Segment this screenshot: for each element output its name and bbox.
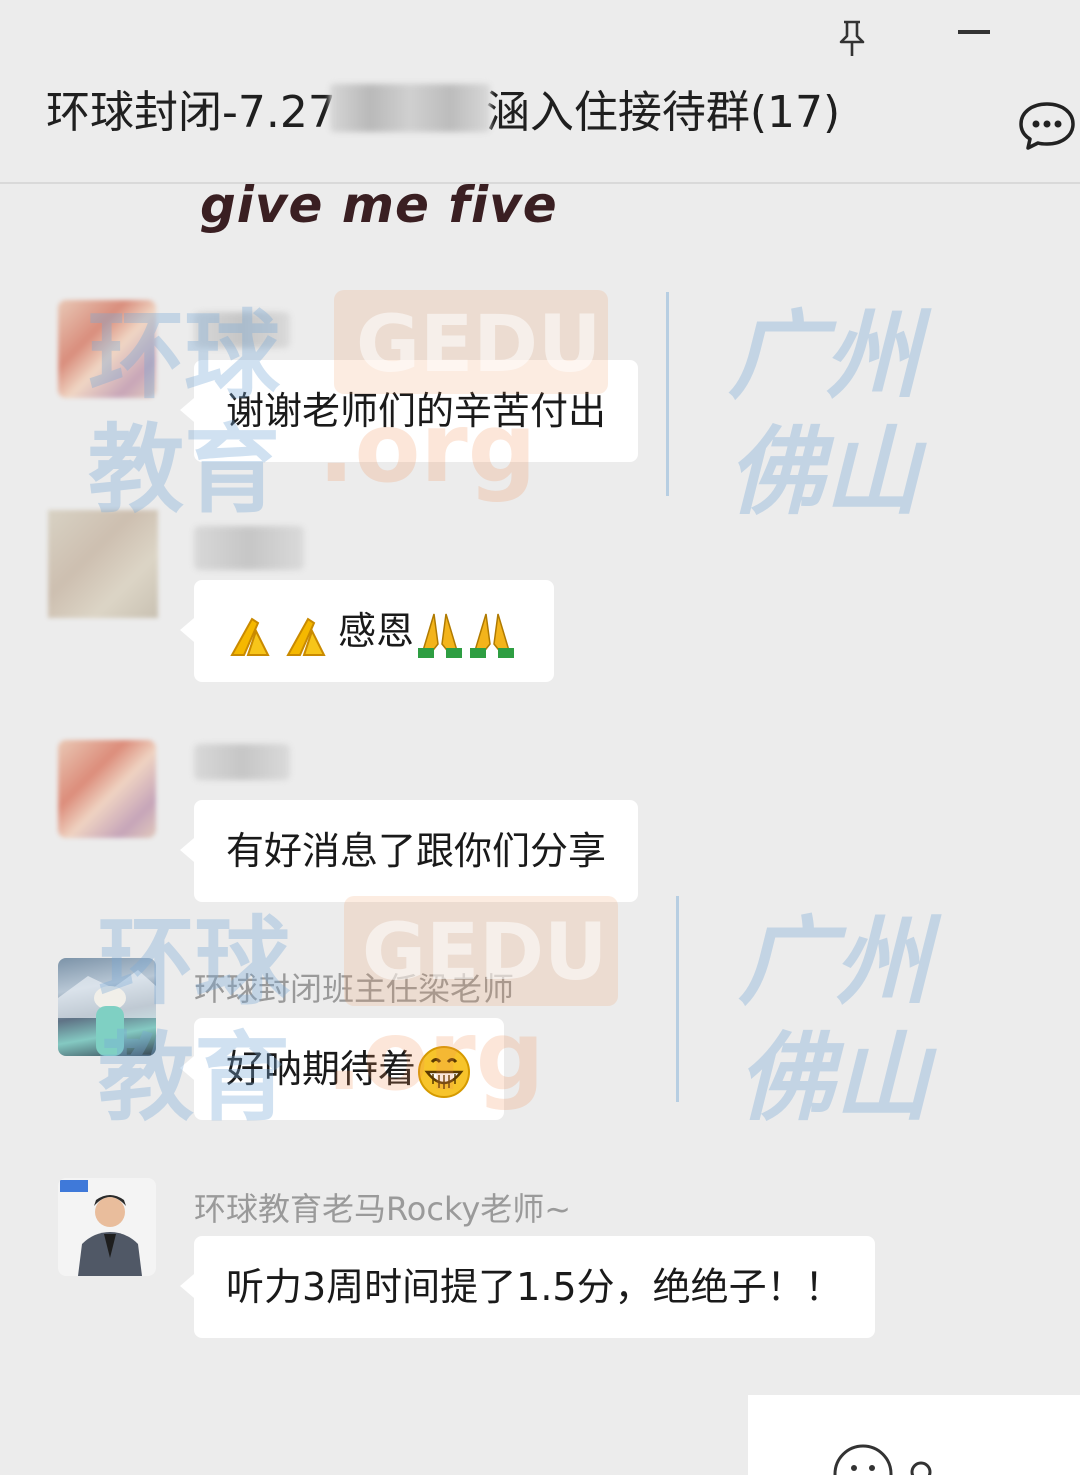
title-bar: 环球封闭-7.27 涵入住接待群(17) (0, 0, 1080, 184)
folded-hands-emoji (230, 617, 270, 656)
avatar[interactable] (58, 1178, 156, 1276)
avatar[interactable] (58, 300, 156, 398)
emoji-picker-icon[interactable] (828, 1440, 898, 1475)
message-text: 感恩 (338, 609, 415, 653)
message-bubble[interactable]: 感恩 (179, 580, 555, 682)
folded-hands-emoji (286, 617, 326, 656)
watermark-text: 广州 (728, 300, 920, 412)
avatar[interactable] (58, 740, 156, 838)
message-text: 谢谢老师们的辛苦付出 (226, 389, 607, 433)
chat-title-prefix: 环球封闭-7.27 (46, 87, 336, 138)
pin-icon[interactable] (834, 18, 870, 58)
sender-name-redacted (194, 526, 304, 570)
avatar[interactable] (48, 510, 158, 618)
avatar-portrait-icon (60, 1180, 142, 1276)
grinning-face-emoji (418, 1045, 471, 1098)
message-text: 听力3周时间提了1.5分，绝绝子！！ (226, 1265, 843, 1309)
watermark-text: 广州 (738, 906, 930, 1018)
chat-window: 环球封闭-7.27 涵入住接待群(17) give me five 谢谢老师们的辛… (0, 0, 1080, 1475)
message-bubble[interactable]: 好呐期待着 (179, 1018, 505, 1120)
chat-bubble-more-icon[interactable] (1016, 98, 1078, 154)
minimize-icon[interactable] (958, 30, 990, 34)
sender-name: 环球教育老马Rocky老师~ (194, 1190, 572, 1228)
watermark-box (344, 896, 618, 1006)
sticker-give-me-five: give me five (200, 176, 558, 234)
avatar-photo-icon (58, 970, 156, 1056)
chat-title-suffix: 涵入住接待群(17) (485, 87, 841, 138)
message-text: 有好消息了跟你们分享 (226, 829, 607, 873)
avatar[interactable] (58, 958, 156, 1056)
message-bubble[interactable]: 有好消息了跟你们分享 (179, 800, 639, 902)
message-bubble[interactable]: 听力3周时间提了1.5分，绝绝子！！ (180, 1236, 875, 1338)
watermark-text: 佛山 (728, 416, 920, 528)
scissors-icon[interactable] (906, 1458, 936, 1475)
watermark-text: 佛山 (738, 1022, 930, 1134)
message-text: 好呐期待着 (226, 1047, 417, 1091)
folded-hands-emoji (418, 613, 463, 658)
folded-hands-emoji (470, 613, 515, 658)
watermark-divider (666, 292, 669, 496)
sender-name-redacted (194, 744, 290, 780)
watermark-box (334, 290, 608, 394)
title-redaction-blur (330, 84, 490, 132)
watermark-divider (676, 896, 679, 1102)
sender-name-redacted (194, 312, 290, 348)
